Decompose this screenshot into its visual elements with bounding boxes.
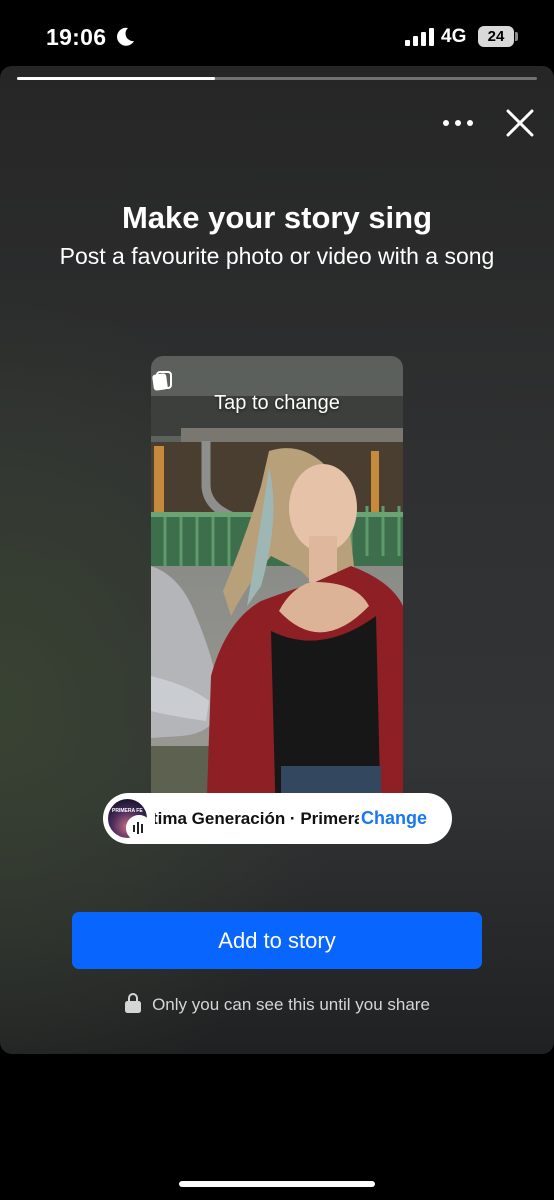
add-to-story-button[interactable]: Add to story: [72, 912, 482, 969]
status-bar: 19:06 4G 24: [0, 0, 554, 70]
more-options-icon[interactable]: [438, 110, 478, 136]
tap-to-change[interactable]: Tap to change: [151, 370, 403, 415]
audio-waveform-icon: [126, 815, 152, 841]
story-card: Make your story sing Post a favourite ph…: [0, 66, 554, 1054]
close-icon[interactable]: [503, 106, 537, 140]
cellular-signal-icon: [405, 28, 434, 46]
photo-library-icon: [152, 371, 172, 391]
privacy-note: Only you can see this until you share: [0, 992, 554, 1015]
page-title: Make your story sing: [121, 200, 433, 235]
home-indicator[interactable]: [179, 1181, 375, 1187]
song-title: Última Generación · Primera Fe: [155, 809, 359, 828]
status-time: 19:06: [46, 24, 107, 50]
selected-song-pill[interactable]: PRIMERA FE Última Generación · Primera F…: [103, 793, 452, 844]
battery-tip: [515, 32, 518, 41]
photo-image: [151, 356, 403, 826]
album-art-label: PRIMERA FE: [112, 808, 143, 814]
story-photo-preview[interactable]: Tap to change: [151, 356, 403, 826]
privacy-note-text: Only you can see this until you share: [152, 995, 430, 1014]
network-type: 4G: [441, 26, 467, 47]
battery-icon: 24: [478, 26, 514, 47]
moon-icon: [117, 27, 134, 46]
page-subtitle: Post a favourite photo or video with a s…: [59, 243, 495, 269]
change-song-button[interactable]: Change: [361, 793, 427, 844]
tap-to-change-label: Tap to change: [214, 392, 340, 414]
story-progress-bar: [17, 77, 537, 80]
lock-icon: [125, 993, 142, 1013]
story-progress-fill: [17, 77, 215, 80]
